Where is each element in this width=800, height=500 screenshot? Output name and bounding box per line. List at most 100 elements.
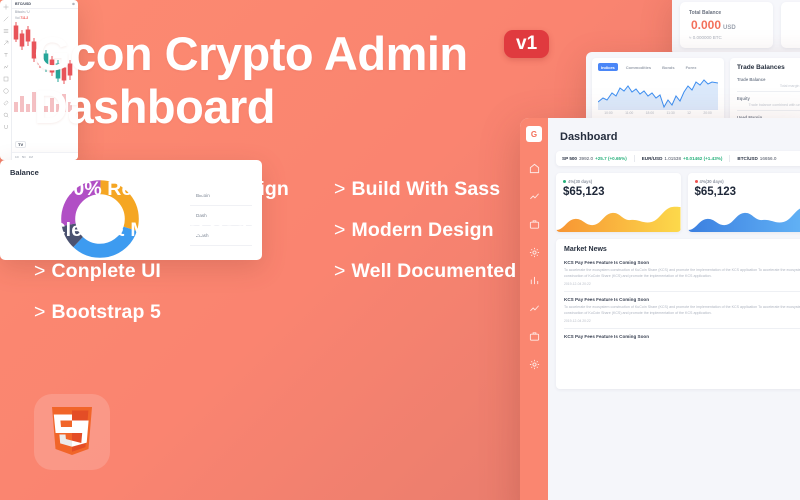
zoom-icon[interactable] [3, 112, 9, 118]
market-news-title: Market News [564, 246, 607, 253]
feature-label: Well Documented [351, 260, 517, 283]
total-balance-value: 0.000 USD [689, 19, 764, 31]
stat-card-orange: 4%(30 days) $65,123 [556, 173, 681, 232]
feature-item: >100% Responsive Design [34, 178, 334, 201]
stat-cards: 4%(30 days) $65,123 4%(30 days) $65,123 [548, 166, 800, 232]
total-balance-label: Total Balance [689, 10, 722, 16]
stat-area-chart [687, 208, 800, 232]
chevron-icon: > [334, 178, 346, 201]
news-headline: KCS Pay Fees Feature Is Coming Soon [564, 260, 650, 265]
row-value: Trade balance combined with unrealized [748, 103, 800, 107]
feature-item: > Clean & Minimal Code [34, 219, 334, 242]
ticker-item[interactable]: SP 500 3992.0 +25.7 (+0.65%) [562, 156, 627, 161]
news-date: 2019-12-04 20:22 [564, 282, 591, 287]
text-tool-icon[interactable] [3, 52, 9, 58]
chart-symbol: BTC/USD [15, 2, 31, 6]
feature-label: Conplete UI [51, 260, 161, 283]
ticker-price: 3992.0 [579, 156, 594, 161]
chevron-icon: > [34, 301, 46, 324]
pattern-icon[interactable] [3, 64, 9, 70]
feature-label: 100% Responsive Design [51, 178, 289, 201]
balance-btc-equivalent: ≈ 0.000000 BTC [689, 35, 722, 40]
row-value: Total margin balance [779, 84, 800, 88]
feature-label: Clean & Minimal Code [51, 219, 259, 242]
row-label: Trade Balance [737, 77, 766, 82]
dashboard-window: G Dashboard SP 500 3992.0 +25.7 (+0.65%)… [520, 118, 800, 500]
feature-list: >100% Responsive Design > Build With Sass… [34, 169, 554, 333]
feature-item: > Build With Sass [334, 178, 554, 201]
stat-header: 4%(30 days) $65,123 [688, 173, 800, 200]
magnet-icon[interactable] [3, 124, 9, 130]
ticker-change: +25.7 (+0.65%) [595, 156, 627, 161]
chevron-icon: > [34, 178, 46, 201]
x-tick: 11:00 [625, 111, 634, 115]
dashboard-title: Dashboard [560, 131, 618, 143]
row-label: Equity [737, 96, 750, 101]
emoji-icon[interactable] [3, 88, 9, 94]
ticker-change: +0.01462 (+1.43%) [683, 156, 723, 161]
secondary-balance-card [781, 2, 800, 48]
stat-delta: 4%(30 days) [694, 179, 800, 184]
market-tabs[interactable]: Indices Commodities Bonds Forex [598, 63, 718, 71]
news-item[interactable]: KCS Pay Fees Feature Is Coming Soon To a… [564, 297, 800, 330]
market-chart-card: Indices Commodities Bonds Forex 10:00 11… [592, 58, 724, 124]
stat-card-blue: 4%(30 days) $65,123 [687, 173, 800, 232]
tab-forex[interactable]: Forex [683, 63, 700, 71]
chevron-icon: > [334, 260, 346, 283]
trend-down-icon [694, 180, 698, 184]
total-balance-widget: Total Balance 0.000 USD ≈ 0.000000 BTC [672, 0, 800, 56]
stat-delta: 4%(30 days) [563, 179, 674, 184]
timeframe-5d[interactable]: 5D [22, 155, 26, 159]
news-date: 2019-12-04 20:22 [564, 319, 591, 324]
title-line-1: Gcon Crypto Admin [34, 27, 468, 80]
fib-lines-icon[interactable] [3, 28, 9, 34]
feature-item: > Modern Design [334, 219, 554, 242]
ruler-icon[interactable] [2, 100, 9, 106]
chart-settings-icon[interactable]: ⚙ [72, 2, 75, 6]
chevron-icon: > [334, 219, 346, 242]
dashboard-content: Dashboard SP 500 3992.0 +25.7 (+0.65%) E… [548, 118, 800, 500]
ticker-item[interactable]: EUR/USD 1.01538 +0.01462 (+1.43%) [642, 156, 723, 161]
tab-commodities[interactable]: Commodities [623, 63, 654, 71]
timeframe-1m[interactable]: 1M [29, 155, 33, 159]
balance-amount: 0.000 [691, 18, 722, 32]
measure-icon[interactable] [3, 76, 9, 82]
pair-label: Bitcoin / U [15, 10, 30, 14]
crosshair-icon[interactable] [3, 4, 9, 10]
ticker-symbol: EUR/USD [641, 156, 663, 161]
timeframe-1d[interactable]: 1D [15, 155, 19, 159]
settings-icon[interactable] [529, 359, 540, 370]
title-wrap: Gcon Crypto Admin Dashboard v1 [34, 27, 554, 133]
market-news-card: Market News KCS Pay Fees Feature Is Comi… [556, 239, 800, 389]
stat-delta-label: 4%(30 days) [568, 179, 593, 184]
tab-indices[interactable]: Indices [598, 63, 618, 71]
version-badge: v1 [504, 30, 550, 58]
ticker-item[interactable]: BTC/USD 16656.0 [737, 156, 776, 161]
title-line-2: Dashboard [34, 79, 276, 133]
index-sparkline [598, 79, 718, 110]
promo-panel: Gcon Crypto Admin Dashboard v1 >100% Res… [34, 27, 554, 333]
news-headline: KCS Pay Fees Feature Is Coming Soon [564, 334, 650, 340]
x-tick: 12 [687, 111, 691, 115]
x-tick: 20:00 [703, 111, 712, 115]
tab-bonds[interactable]: Bonds [659, 63, 677, 71]
divider [729, 155, 731, 162]
pitchfork-icon[interactable] [3, 40, 9, 46]
news-body: To accelerate the ecosystem construction… [564, 268, 800, 278]
news-item[interactable]: KCS Pay Fees Feature Is Coming Soon To a… [564, 260, 800, 293]
ticker-price: 1.01538 [664, 156, 682, 161]
trade-balances-card: Trade Balances Trade Balance Total margi… [730, 58, 800, 124]
chart-tool-rail[interactable] [0, 0, 12, 160]
x-tick: 18:00 [645, 111, 655, 115]
page-title: Gcon Crypto Admin Dashboard [34, 27, 554, 133]
stat-delta-label: 4%(30 days) [699, 179, 724, 184]
feature-item: > Well Documented [334, 260, 554, 283]
news-item[interactable]: KCS Pay Fees Feature Is Coming Soon [564, 334, 800, 347]
tradingview-logo: TV [15, 141, 27, 148]
ticker-symbol: BTC/USD [737, 156, 758, 161]
balance-currency: USD [723, 25, 736, 31]
ticker-price: 16656.0 [759, 156, 777, 161]
trendline-icon[interactable] [3, 16, 9, 22]
x-tick: 10:00 [604, 111, 613, 115]
feature-item: > Bootstrap 5 [34, 301, 334, 324]
